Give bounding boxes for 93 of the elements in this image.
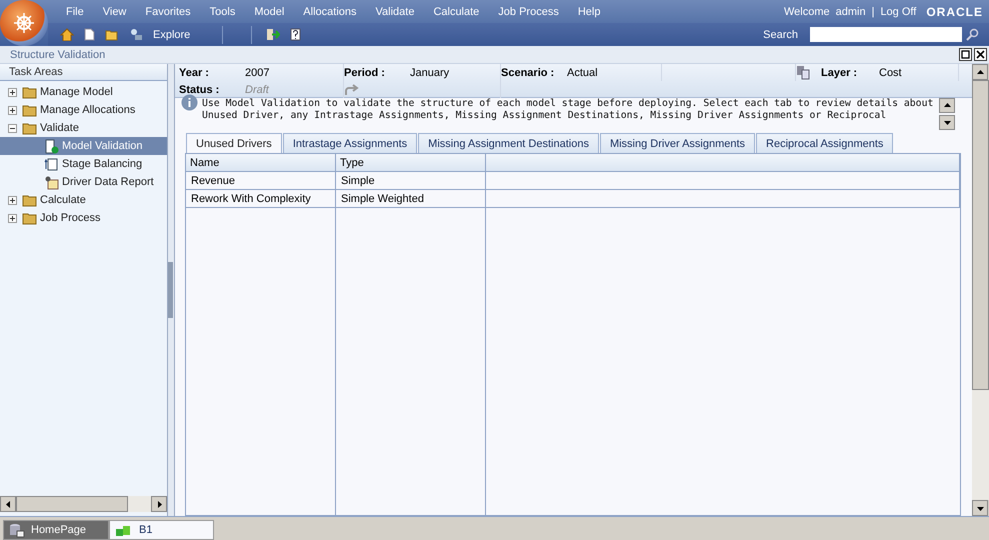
menu-item[interactable]: Job Process bbox=[498, 6, 559, 18]
table-cell: Revenue bbox=[186, 172, 336, 190]
task-areas-header: Task Areas bbox=[0, 64, 167, 81]
folder-icon bbox=[22, 193, 37, 207]
pov-value: 2007 bbox=[245, 66, 270, 78]
copy-icon[interactable] bbox=[796, 65, 811, 80]
folder-icon bbox=[22, 211, 37, 225]
user-name: admin bbox=[836, 6, 866, 18]
page-tab[interactable]: HomePage bbox=[3, 520, 109, 540]
expand-icon[interactable] bbox=[8, 196, 17, 204]
tree-item[interactable]: Job Process bbox=[0, 209, 167, 227]
tree-item[interactable]: Manage Allocations bbox=[0, 101, 167, 119]
menu-item[interactable]: Calculate bbox=[433, 6, 480, 18]
down-arrow-icon bbox=[944, 119, 951, 126]
folder-icon bbox=[22, 85, 37, 99]
pov-label: Scenario : bbox=[501, 66, 556, 78]
menu-item[interactable]: File bbox=[66, 6, 84, 18]
expand-icon[interactable] bbox=[8, 106, 17, 114]
info-icon bbox=[181, 94, 198, 111]
menu-item[interactable]: View bbox=[102, 6, 126, 18]
pov-label: Layer : bbox=[821, 66, 858, 78]
search-field[interactable] bbox=[810, 27, 962, 42]
tab[interactable]: Intrastage Assignments bbox=[282, 133, 418, 153]
logoff-link[interactable]: Log Off bbox=[880, 6, 916, 18]
collapse-icon[interactable] bbox=[8, 124, 17, 132]
scroll-up-button[interactable] bbox=[939, 98, 956, 113]
scroll-up-button[interactable] bbox=[972, 64, 988, 80]
left-arrow-icon bbox=[4, 500, 12, 508]
tree-item[interactable]: Manage Model bbox=[0, 83, 167, 101]
tree-item[interactable]: Validate bbox=[0, 119, 167, 137]
panel-title: Structure Validation bbox=[10, 48, 106, 60]
down-arrow-icon bbox=[976, 504, 984, 512]
new-document-icon[interactable] bbox=[84, 28, 95, 41]
scroll-down-button[interactable] bbox=[939, 115, 956, 130]
tab[interactable]: Missing Assignment Destinations bbox=[418, 133, 599, 153]
explore-button[interactable]: Explore bbox=[153, 28, 190, 40]
right-arrow-icon bbox=[156, 500, 162, 508]
scroll-down-button[interactable] bbox=[972, 500, 988, 516]
database-icon bbox=[9, 522, 25, 538]
menu-item[interactable]: Model bbox=[254, 6, 284, 18]
exit-icon[interactable] bbox=[266, 28, 280, 41]
status-label: Status : bbox=[179, 84, 220, 96]
tab[interactable]: Missing Driver Assignments bbox=[600, 133, 756, 153]
menu-item[interactable]: Validate bbox=[376, 6, 414, 18]
table-arrows-icon bbox=[44, 156, 59, 172]
maximize-button[interactable] bbox=[959, 48, 972, 61]
pov-value: January bbox=[410, 66, 450, 78]
page-tab[interactable]: B1 bbox=[109, 520, 214, 540]
search-icon[interactable] bbox=[966, 28, 979, 41]
folder-icon bbox=[22, 121, 37, 135]
column-header[interactable]: Name bbox=[186, 154, 336, 172]
status-value: Draft bbox=[245, 84, 269, 96]
menu-item[interactable]: Allocations bbox=[303, 6, 356, 18]
home-icon[interactable] bbox=[60, 28, 74, 41]
scrollbar-thumb[interactable] bbox=[16, 496, 128, 512]
table-cell: Simple bbox=[336, 172, 486, 190]
pov-value: Cost bbox=[879, 66, 902, 78]
tree-item[interactable]: Model Validation bbox=[0, 137, 167, 155]
search-label: Search bbox=[763, 28, 798, 40]
brand-logo: ORACLE bbox=[926, 4, 983, 18]
expand-icon[interactable] bbox=[8, 88, 17, 96]
column-header[interactable]: Type bbox=[336, 154, 486, 172]
pov-label: Period : bbox=[344, 66, 386, 78]
tree-item[interactable]: Driver Data Report bbox=[0, 173, 167, 191]
up-arrow-icon bbox=[944, 102, 951, 109]
up-arrow-icon bbox=[976, 68, 984, 76]
tab[interactable]: Unused Drivers bbox=[186, 133, 282, 153]
scroll-right-button[interactable] bbox=[151, 496, 167, 512]
menu-item[interactable]: Favorites bbox=[145, 6, 191, 18]
page-tab-label: B1 bbox=[139, 524, 152, 536]
table-cell: Rework With Complexity bbox=[186, 190, 336, 208]
info-message: Use Model Validation to validate the structure of each model stage before deploying. Select each tab to review details about Unused Driver, any Intrastage Assignments, Missing Assignment Destinations, Missing Driver Assignments or Reciprocal bbox=[202, 98, 934, 123]
menu-item[interactable]: Tools bbox=[210, 6, 236, 18]
menu-item[interactable]: Help bbox=[578, 6, 600, 18]
page-tab-label: HomePage bbox=[31, 524, 86, 536]
expand-icon[interactable] bbox=[8, 214, 17, 222]
document-check-icon bbox=[44, 138, 59, 154]
table-cell: Simple Weighted bbox=[336, 190, 486, 208]
separator-text: | bbox=[872, 6, 874, 18]
scroll-left-button[interactable] bbox=[0, 496, 16, 512]
help-icon[interactable] bbox=[290, 28, 302, 41]
close-button[interactable] bbox=[974, 48, 987, 61]
explore-icon[interactable] bbox=[129, 28, 143, 41]
logo-icon bbox=[0, 0, 48, 46]
tree-item[interactable]: Calculate bbox=[0, 191, 167, 209]
folder-icon bbox=[22, 103, 37, 117]
pov-label: Year : bbox=[179, 66, 210, 78]
pov-value: Actual bbox=[567, 66, 598, 78]
welcome-text: Welcome bbox=[784, 6, 830, 18]
tab[interactable]: Reciprocal Assignments bbox=[756, 133, 894, 153]
tree-item[interactable]: Stage Balancing bbox=[0, 155, 167, 173]
open-folder-icon[interactable] bbox=[105, 28, 119, 40]
scrollbar-thumb[interactable] bbox=[972, 80, 989, 390]
